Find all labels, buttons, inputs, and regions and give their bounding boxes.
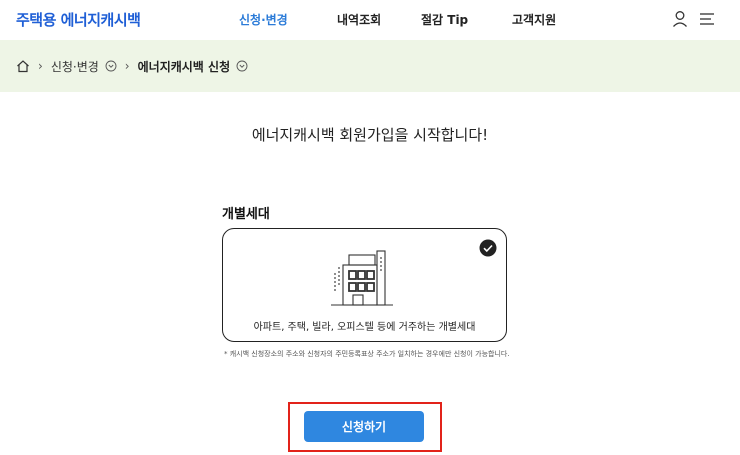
household-type-label: 아파트, 주택, 빌라, 오피스텔 등에 거주하는 개별세대 [253, 322, 476, 333]
nav-support[interactable]: 고객지원 [512, 11, 556, 28]
breadcrumb-cashback-apply[interactable]: 에너지캐시백 신청 [138, 58, 231, 75]
chevron-down-icon[interactable] [236, 60, 248, 72]
nav-saving-tip[interactable]: 절감 Tip [421, 11, 468, 28]
check-circle-icon [479, 239, 497, 257]
page-headline: 에너지캐시백 회원가입을 시작합니다! [251, 126, 489, 144]
menu-icon[interactable] [698, 9, 718, 29]
breadcrumb-apply-change[interactable]: 신청·변경 [51, 58, 99, 75]
eligibility-note: * 캐시백 신청장소의 주소와 신청자의 주민등록표상 주소가 일치하는 경우에… [224, 350, 510, 358]
nav-history[interactable]: 내역조회 [337, 11, 381, 28]
highlight-box: 신청하기 [288, 402, 442, 452]
chevron-right-icon: › [38, 59, 43, 73]
building-icon [331, 250, 393, 306]
nav-apply-change[interactable]: 신청·변경 [239, 11, 288, 28]
breadcrumb: › 신청·변경 › 에너지캐시백 신청 [0, 40, 740, 92]
site-logo[interactable]: 주택용 에너지캐시백 [16, 9, 141, 30]
user-icon[interactable] [670, 9, 690, 29]
chevron-right-icon: › [124, 59, 130, 73]
section-title: 개별세대 [222, 207, 270, 222]
apply-button[interactable]: 신청하기 [304, 411, 424, 442]
home-icon[interactable] [16, 59, 30, 73]
site-header: 주택용 에너지캐시백 신청·변경 내역조회 절감 Tip 고객지원 [0, 0, 740, 40]
chevron-down-icon[interactable] [105, 60, 117, 72]
household-type-card[interactable]: 아파트, 주택, 빌라, 오피스텔 등에 거주하는 개별세대 [222, 228, 507, 342]
